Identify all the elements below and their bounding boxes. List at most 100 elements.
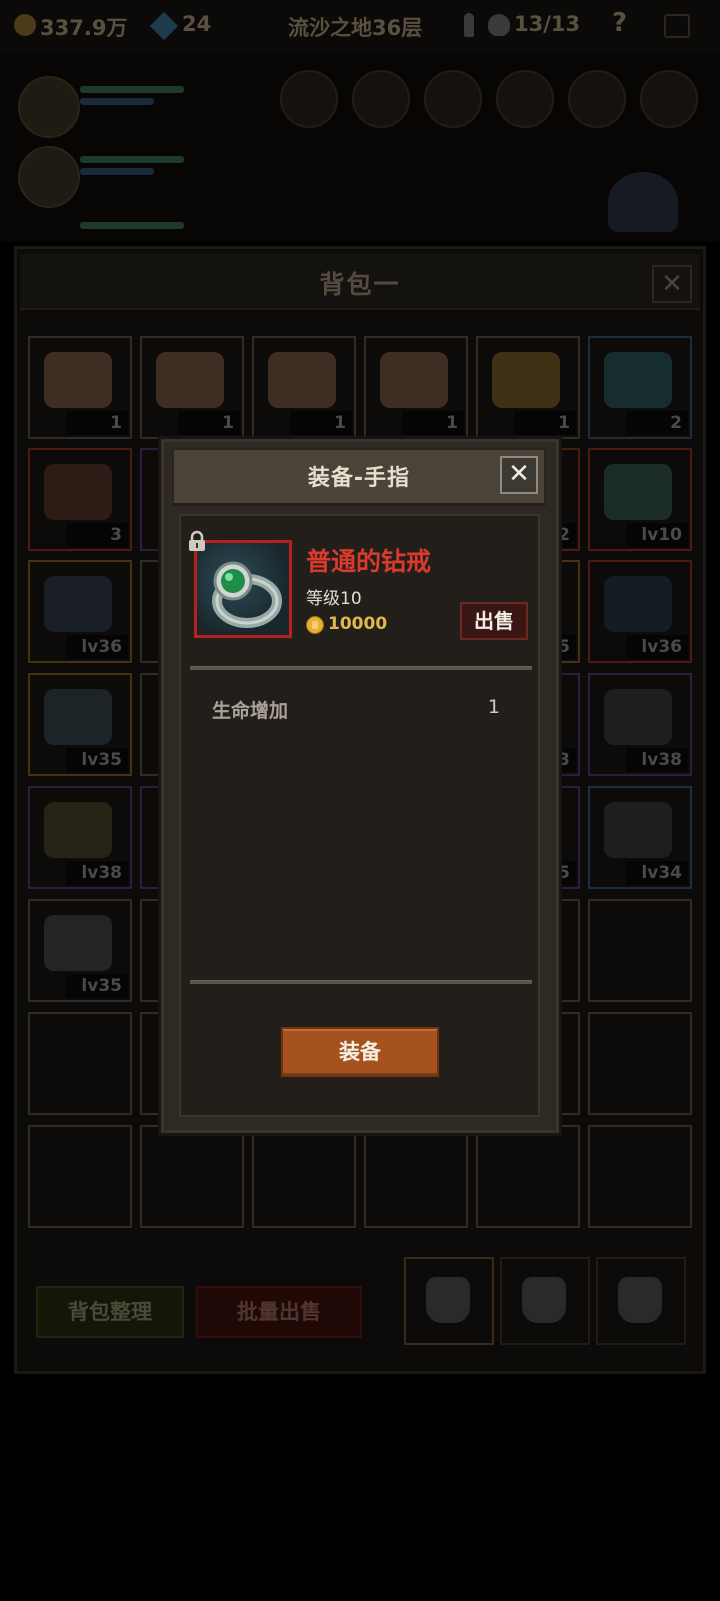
- armor-icon: [604, 576, 672, 632]
- inventory-slot[interactable]: 1: [28, 336, 132, 439]
- gem-icon: [149, 11, 179, 41]
- inventory-slot[interactable]: 1: [476, 336, 580, 439]
- skill-icon[interactable]: [280, 70, 338, 128]
- slot-count-badge: lv36: [66, 635, 128, 659]
- item-icon-frame[interactable]: [194, 540, 292, 638]
- slot-count-badge: 1: [178, 411, 240, 435]
- wing-emblem-icon[interactable]: [608, 172, 678, 232]
- stat-label: 生命增加: [212, 700, 289, 722]
- inventory-slot[interactable]: [476, 1125, 580, 1228]
- inventory-slot[interactable]: lv35: [28, 899, 132, 1002]
- hero-portrait[interactable]: [18, 76, 80, 138]
- bag-tab-1[interactable]: [404, 1257, 494, 1345]
- hero-portrait[interactable]: [18, 146, 80, 208]
- item-price: 10000: [328, 614, 388, 634]
- spear-icon: [44, 689, 112, 745]
- bag-icon: [426, 1277, 470, 1323]
- settings-icon[interactable]: [664, 14, 690, 38]
- slot-count-badge: lv34: [626, 861, 688, 885]
- ring-icon: [212, 561, 282, 628]
- sword-icon: [44, 915, 112, 971]
- bag-tab-2[interactable]: [500, 1257, 590, 1345]
- inventory-slot[interactable]: 1: [252, 336, 356, 439]
- gold-coin-icon: [14, 14, 36, 36]
- inventory-slot[interactable]: lv38: [588, 673, 692, 776]
- equip-button[interactable]: 装备: [281, 1027, 439, 1077]
- bulk-sell-button[interactable]: 批量出售: [196, 1286, 362, 1338]
- inventory-slot[interactable]: [28, 1125, 132, 1228]
- divider: [190, 980, 532, 984]
- inventory-slot[interactable]: [588, 1012, 692, 1115]
- stat-value: 1: [487, 696, 500, 718]
- slot-count-badge: lv10: [626, 523, 688, 547]
- slot-count-badge: 3: [66, 523, 128, 547]
- inventory-slot[interactable]: lv36: [28, 560, 132, 663]
- skill-icon[interactable]: [424, 70, 482, 128]
- slot-count-badge: 2: [626, 411, 688, 435]
- axe-icon: [44, 576, 112, 632]
- cake-icon: [380, 352, 448, 408]
- inventory-slot[interactable]: lv10: [588, 448, 692, 551]
- top-status-bar: 337.9万 24 流沙之地36层 13/13 ?: [0, 0, 720, 52]
- sort-bag-button[interactable]: 背包整理: [36, 1286, 184, 1338]
- inventory-slot[interactable]: lv34: [588, 786, 692, 889]
- inventory-slot[interactable]: [364, 1125, 468, 1228]
- slot-count-badge: 1: [514, 411, 576, 435]
- dialog-title: 装备-手指: [307, 466, 411, 491]
- skill-icon[interactable]: [640, 70, 698, 128]
- item-name: 普通的钻戒: [306, 547, 432, 576]
- mp-bar: [80, 98, 154, 105]
- inventory-slot[interactable]: [588, 899, 692, 1002]
- shield-icon: [44, 802, 112, 858]
- inventory-slot[interactable]: 2: [588, 336, 692, 439]
- bomb-icon: [44, 464, 112, 520]
- inventory-slot[interactable]: lv38: [28, 786, 132, 889]
- potion-bottle-icon: [604, 352, 672, 408]
- inventory-slot[interactable]: lv35: [28, 673, 132, 776]
- cake-icon: [268, 352, 336, 408]
- skill-icon[interactable]: [496, 70, 554, 128]
- hp-bar: [80, 222, 184, 229]
- inventory-slot[interactable]: [140, 1125, 244, 1228]
- slot-count-badge: lv38: [66, 861, 128, 885]
- skill-icon[interactable]: [352, 70, 410, 128]
- close-icon[interactable]: ✕: [652, 265, 692, 303]
- helmet-icon: [604, 689, 672, 745]
- inventory-slot[interactable]: 3: [28, 448, 132, 551]
- skill-icon[interactable]: [568, 70, 626, 128]
- inventory-slot[interactable]: 1: [140, 336, 244, 439]
- skull-icon: [488, 14, 510, 36]
- slot-count-badge: lv38: [626, 748, 688, 772]
- slot-count-badge: 1: [402, 411, 464, 435]
- hp-bar: [80, 86, 184, 93]
- slot-count-badge: 1: [66, 411, 128, 435]
- inventory-slot[interactable]: lv36: [588, 560, 692, 663]
- cake-icon: [156, 352, 224, 408]
- slot-count-badge: lv35: [66, 974, 128, 998]
- bag-tab-3[interactable]: [596, 1257, 686, 1345]
- key-icon: [464, 13, 474, 37]
- backpack-title: 背包一: [319, 270, 401, 299]
- gold-coin-icon: [306, 616, 324, 634]
- inventory-slot[interactable]: [28, 1012, 132, 1115]
- item-level: 等级10: [306, 589, 362, 609]
- sell-button[interactable]: 出售: [460, 602, 528, 640]
- close-icon[interactable]: ✕: [500, 456, 538, 494]
- help-icon[interactable]: ?: [612, 8, 627, 38]
- inventory-slot[interactable]: [252, 1125, 356, 1228]
- bag-icon: [522, 1277, 566, 1323]
- divider: [190, 666, 532, 670]
- beer-mug-icon: [492, 352, 560, 408]
- party-count: 13/13: [514, 12, 581, 36]
- inventory-slot[interactable]: 1: [364, 336, 468, 439]
- location-label[interactable]: 流沙之地36层: [288, 12, 422, 42]
- mp-bar: [80, 168, 154, 175]
- slot-count-badge: lv36: [626, 635, 688, 659]
- inventory-slot[interactable]: [588, 1125, 692, 1228]
- hp-bar: [80, 156, 184, 163]
- gold-amount: 337.9万: [40, 16, 128, 40]
- bag-icon: [618, 1277, 662, 1323]
- gem-amount: 24: [182, 12, 212, 36]
- padlock-icon[interactable]: [186, 530, 208, 552]
- slot-count-badge: lv35: [66, 748, 128, 772]
